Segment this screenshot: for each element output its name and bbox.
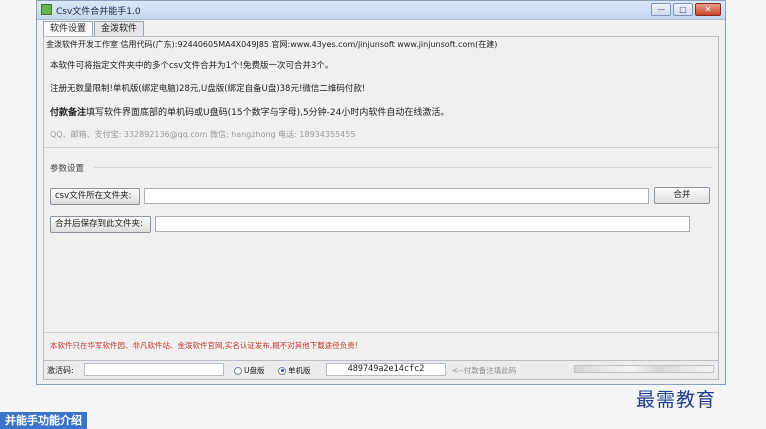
payment-note-text: 填写软件界面底部的单机码或U盘码(15个数字与字母),5分钟-24小时内软件自动… [86,108,450,118]
radio-label: 单机版 [288,366,311,375]
watermark: 最需教育 [636,389,717,411]
warning-text: 本软件只在华军软件园、非凡软件站、金泼软件官网,实名认证发布,概不对其他下载途径… [50,341,358,350]
company-info: 金泼软件开发工作室 信用代码(广东):92440605MA4X049J85 官网… [46,40,498,49]
info-line-2: 注册无数量限制!单机版(绑定电脑)28元,U盘版(绑定自备U盘)38元!微信二维… [50,84,366,94]
radio-circle-selected [278,366,286,375]
machine-code-hint: <--付款备注填此码 [452,366,517,375]
activation-code-input[interactable] [84,363,224,376]
tab-bar: 软件设置 金泼软件 [43,21,145,37]
group-divider [94,167,712,168]
radio-circle [234,366,242,375]
usb-version-radio[interactable]: U盘版 [234,365,265,376]
radio-label: U盘版 [244,366,265,375]
window-controls: — □ ✕ [651,3,721,16]
source-folder-input[interactable] [144,188,649,204]
status-progress [574,365,714,373]
status-bar: 激活码: U盘版 单机版 489749a2e14cfc2 <--付款备注填此码 [44,360,718,379]
app-icon [41,4,52,15]
single-version-radio[interactable]: 单机版 [278,365,311,376]
caption-banner: 并能手功能介绍 [0,412,87,429]
target-folder-button[interactable]: 合并后保存到此文件夹: [50,216,151,233]
tab-jinpo-software[interactable]: 金泼软件 [94,21,145,36]
minimize-button[interactable]: — [651,3,671,16]
app-window: Csv文件合并能手1.0 — □ ✕ 软件设置 金泼软件 金泼软件开发工作室 信… [36,0,726,385]
info-line-1: 本软件可将指定文件夹中的多个csv文件合并为1个!免费版一次可合并3个。 [50,61,334,71]
source-folder-button[interactable]: csv文件所在文件夹: [50,188,140,205]
settings-panel: 金泼软件开发工作室 信用代码(广东):92440605MA4X049J85 官网… [43,36,719,380]
window-title: Csv文件合并能手1.0 [56,7,141,17]
maximize-button[interactable]: □ [673,3,693,16]
target-folder-input[interactable] [155,216,690,232]
info-line-3: 付款备注填写软件界面底部的单机码或U盘码(15个数字与字母),5分钟-24小时内… [50,105,449,118]
divider [44,332,718,333]
params-group-title: 参数设置 [50,164,85,174]
merge-button[interactable]: 合并 [654,187,710,204]
payment-note-label: 付款备注 [50,108,87,118]
tab-software-settings[interactable]: 软件设置 [43,21,94,37]
machine-code: 489749a2e14cfc2 [326,363,446,376]
divider [44,147,718,148]
contact-info: QQ、邮箱、支付宝: 332892136@qq.com 微信: hangzhon… [50,130,356,139]
activation-label: 激活码: [47,366,74,375]
close-button[interactable]: ✕ [695,3,721,16]
title-bar[interactable]: Csv文件合并能手1.0 — □ ✕ [37,1,725,20]
